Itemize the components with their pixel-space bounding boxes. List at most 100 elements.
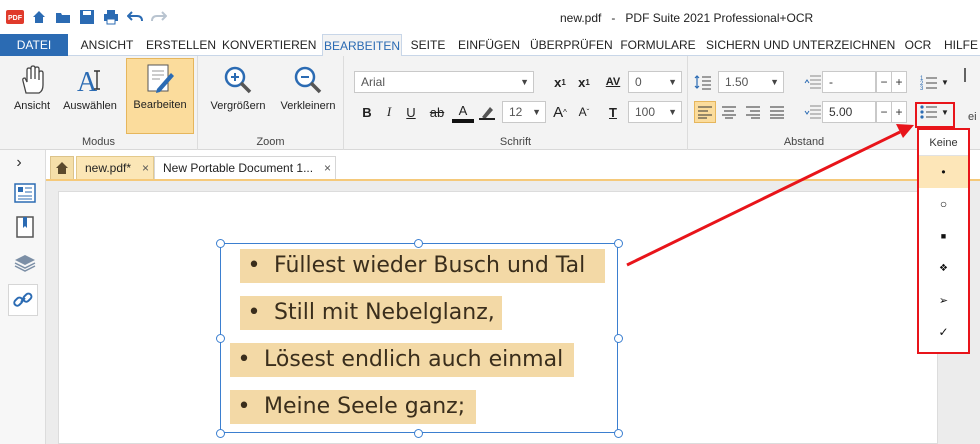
tab-konvertieren[interactable]: KONVERTIEREN — [222, 34, 316, 56]
resize-handle[interactable] — [614, 239, 623, 248]
font-family-select[interactable]: Arial ▼ — [354, 71, 534, 93]
underline-button[interactable]: U — [400, 101, 422, 123]
space-before-input[interactable]: - — [822, 71, 876, 93]
tab-erstellen[interactable]: ERSTELLEN — [146, 34, 216, 56]
undo-icon[interactable] — [126, 8, 144, 26]
tab-formulare[interactable]: FORMULARE — [616, 34, 700, 56]
tab-ansicht[interactable]: ANSICHT — [74, 34, 140, 56]
align-justify-button[interactable] — [766, 101, 788, 123]
bullet-button-callout — [915, 102, 955, 128]
home-tab[interactable] — [50, 156, 74, 180]
bookmarks-icon[interactable] — [12, 214, 38, 240]
tab-seite[interactable]: SEITE — [408, 34, 448, 56]
menu-bar: DATEI ANSICHT ERSTELLEN KONVERTIEREN BEA… — [0, 34, 980, 57]
home-icon[interactable] — [30, 8, 48, 26]
tab-hilfe[interactable]: HILFE — [942, 34, 980, 56]
print-icon[interactable] — [102, 8, 120, 26]
open-folder-icon[interactable] — [54, 8, 72, 26]
highlighter-icon[interactable] — [476, 101, 498, 123]
abstand-group-label: Abstand — [783, 136, 825, 148]
superscript-letter: x — [554, 74, 562, 90]
tab-bearbeiten[interactable]: BEARBEITEN — [322, 34, 402, 57]
space-after-icon — [802, 101, 824, 123]
resize-handle[interactable] — [414, 239, 423, 248]
resize-handle[interactable] — [614, 334, 623, 343]
list-item[interactable]: • Lösest endlich auch einmal — [230, 343, 574, 377]
resize-handle[interactable] — [414, 429, 423, 438]
shrink-arrow-icon: ˇ — [586, 107, 590, 117]
bullet-option-circle[interactable]: ○ — [919, 188, 968, 220]
tab-sichern[interactable]: SICHERN UND UNTERZEICHNEN — [706, 34, 895, 56]
bullet-option-disc[interactable]: • — [919, 156, 968, 188]
resize-handle[interactable] — [614, 429, 623, 438]
modus-group-label: Modus — [81, 136, 116, 148]
layers-icon[interactable] — [12, 250, 38, 276]
tab-ocr[interactable]: OCR — [898, 34, 938, 56]
list-item[interactable]: • Meine Seele ganz; — [230, 390, 476, 424]
char-scale-select[interactable]: 100 ▼ — [628, 101, 682, 123]
subscript-letter: x — [578, 74, 586, 90]
bullet-none-option[interactable]: Keine — [919, 130, 968, 156]
align-right-button[interactable] — [742, 101, 764, 123]
redo-icon[interactable] — [150, 8, 168, 26]
close-icon[interactable]: × — [142, 157, 149, 179]
verkleinern-label: Verkleinern — [280, 100, 336, 112]
font-color-button[interactable]: A — [452, 101, 474, 123]
vergroessern-label: Vergrößern — [210, 100, 266, 112]
numbered-list-icon[interactable]: 123 — [918, 71, 940, 93]
char-spacing-select[interactable]: 0 ▼ — [628, 71, 682, 93]
grow-font-button[interactable]: A ^ — [549, 101, 571, 123]
subscript-button[interactable]: x1 — [573, 71, 595, 93]
tab-einfuegen[interactable]: EINFÜGEN — [454, 34, 524, 56]
space-after-increment[interactable]: + — [891, 101, 907, 123]
space-after-input[interactable]: 5.00 — [822, 101, 876, 123]
schrift-group-label: Schrift — [499, 136, 532, 148]
overflow-icon — [960, 64, 976, 86]
schrift-group: Arial ▼ x1 x1 AV 0 ▼ B I U ab A 12 ▼ A ^ Aˇ … — [344, 56, 688, 150]
chevron-down-icon: ▼ — [668, 77, 677, 87]
page-thumbnails-icon[interactable] — [12, 180, 38, 206]
bullet-option-arrow[interactable]: ➢ — [919, 284, 968, 316]
modus-group: Ansicht A Auswählen Bearbeiten Modus — [0, 56, 198, 150]
resize-handle[interactable] — [216, 334, 225, 343]
tab-datei[interactable]: DATEI — [0, 34, 68, 56]
vergroessern-button[interactable]: Vergrößern — [206, 60, 270, 126]
tab-new-portable-document[interactable]: New Portable Document 1... × — [154, 156, 336, 180]
save-icon[interactable] — [78, 8, 96, 26]
shrink-font-button[interactable]: Aˇ — [573, 101, 595, 123]
auswaehlen-button[interactable]: A Auswählen — [62, 60, 118, 126]
bullet-option-check[interactable]: ✓ — [919, 316, 968, 348]
bearbeiten-button[interactable]: Bearbeiten — [126, 58, 194, 134]
grow-font-letter: A — [553, 103, 564, 121]
font-size-select[interactable]: 12 ▼ — [502, 101, 546, 123]
list-item-text: Füllest wieder Busch und Tal — [274, 253, 586, 278]
space-after-decrement[interactable]: − — [876, 101, 892, 123]
superscript-button[interactable]: x1 — [549, 71, 571, 93]
bold-button[interactable]: B — [356, 101, 378, 123]
line-spacing-select[interactable]: 1.50 ▼ — [718, 71, 784, 93]
expand-panel-icon[interactable]: › — [10, 154, 28, 172]
bullet-option-square[interactable]: ■ — [919, 220, 968, 252]
strikethrough-button[interactable]: ab — [426, 101, 448, 123]
verkleinern-button[interactable]: Verkleinern — [276, 60, 340, 126]
tab-ueberpruefen[interactable]: ÜBERPRÜFEN — [530, 34, 613, 56]
list-item[interactable]: • Füllest wieder Busch und Tal — [240, 249, 605, 283]
ansicht-label: Ansicht — [13, 100, 51, 112]
font-size-value: 12 — [509, 105, 523, 119]
bearbeiten-label: Bearbeiten — [133, 99, 187, 111]
tab-new-pdf[interactable]: new.pdf* × — [76, 156, 154, 180]
close-icon[interactable]: × — [324, 157, 331, 179]
resize-handle[interactable] — [216, 429, 225, 438]
links-icon[interactable] — [8, 284, 38, 316]
numbered-list-dropdown[interactable]: ▼ — [940, 71, 950, 93]
resize-handle[interactable] — [216, 239, 225, 248]
align-left-button[interactable] — [694, 101, 716, 123]
bullet-option-diamond[interactable]: ❖ — [919, 252, 968, 284]
list-item[interactable]: • Still mit Nebelglanz, — [240, 296, 502, 330]
app-logo-icon[interactable]: PDF — [6, 8, 24, 26]
italic-button[interactable]: I — [378, 101, 400, 123]
space-before-increment[interactable]: + — [891, 71, 907, 93]
align-center-button[interactable] — [718, 101, 740, 123]
ansicht-button[interactable]: Ansicht — [4, 60, 60, 126]
space-before-decrement[interactable]: − — [876, 71, 892, 93]
